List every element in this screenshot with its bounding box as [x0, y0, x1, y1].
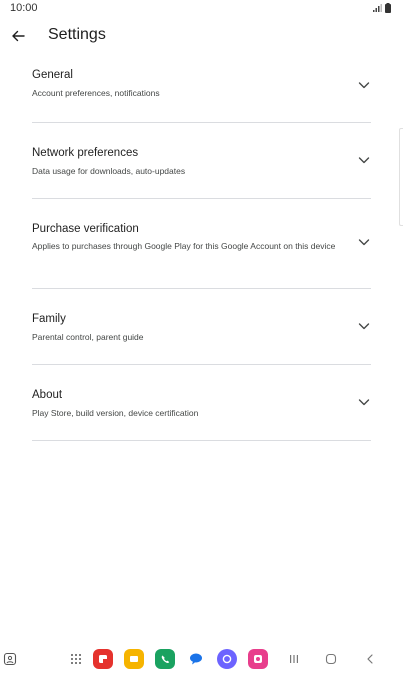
setting-title: Purchase verification [32, 223, 139, 235]
chevron-down-icon [358, 157, 370, 164]
recent-apps-icon [290, 655, 298, 663]
screen-recorder-app[interactable] [248, 649, 268, 669]
scroll-indicator[interactable] [399, 128, 403, 226]
setting-subtitle: Play Store, build version, device certif… [32, 408, 199, 418]
setting-title: Family [32, 313, 66, 325]
chevron-down-icon [358, 82, 370, 89]
setting-subtitle: Data usage for downloads, auto-updates [32, 166, 186, 176]
signal-icon [373, 4, 382, 12]
app-bar: Settings [0, 20, 403, 52]
flipboard-icon [93, 649, 113, 669]
setting-subtitle: Parental control, parent guide [32, 332, 144, 342]
setting-title: General [32, 69, 73, 81]
messages-app[interactable] [186, 649, 206, 669]
recent-apps-button[interactable] [284, 649, 304, 669]
battery-icon [385, 3, 391, 13]
phone-app[interactable] [155, 649, 175, 669]
internet-icon [217, 649, 237, 669]
app-drawer-button[interactable] [66, 649, 86, 669]
status-time: 10:00 [10, 2, 38, 14]
chevron-down-icon [358, 323, 370, 330]
setting-subtitle: Account preferences, notifications [32, 88, 160, 98]
setting-network-preferences[interactable]: Network preferences Data usage for downl… [32, 123, 371, 199]
page-title: Settings [48, 26, 106, 43]
flipboard-app[interactable] [93, 649, 113, 669]
setting-general[interactable]: General Account preferences, notificatio… [32, 52, 371, 123]
setting-title: Network preferences [32, 147, 139, 159]
setting-family[interactable]: Family Parental control, parent guide [32, 289, 371, 365]
status-icons [373, 3, 391, 13]
back-nav-button[interactable] [360, 649, 380, 669]
home-icon [325, 653, 337, 665]
setting-purchase-verification[interactable]: Purchase verification Applies to purchas… [32, 199, 371, 289]
chevron-down-icon [358, 239, 370, 246]
setting-subtitle: Applies to purchases through Google Play… [32, 241, 336, 251]
phone-icon [155, 649, 175, 669]
back-button[interactable] [8, 26, 28, 46]
settings-list: General Account preferences, notificatio… [32, 52, 371, 441]
status-bar: 10:00 [0, 0, 403, 18]
messages-icon [186, 649, 206, 669]
chevron-down-icon [358, 399, 370, 406]
internet-app[interactable] [217, 649, 237, 669]
my-files-icon [124, 649, 144, 669]
home-button[interactable] [321, 649, 341, 669]
edge-panel-button[interactable] [0, 649, 20, 669]
setting-about[interactable]: About Play Store, build version, device … [32, 365, 371, 441]
screenshot-icon [3, 652, 17, 666]
screen-recorder-icon [248, 649, 268, 669]
taskbar [0, 644, 403, 676]
setting-title: About [32, 389, 63, 401]
app-drawer-icon [71, 654, 81, 664]
back-nav-icon [367, 654, 373, 664]
my-files-app[interactable] [124, 649, 144, 669]
arrow-back-icon [12, 30, 25, 42]
